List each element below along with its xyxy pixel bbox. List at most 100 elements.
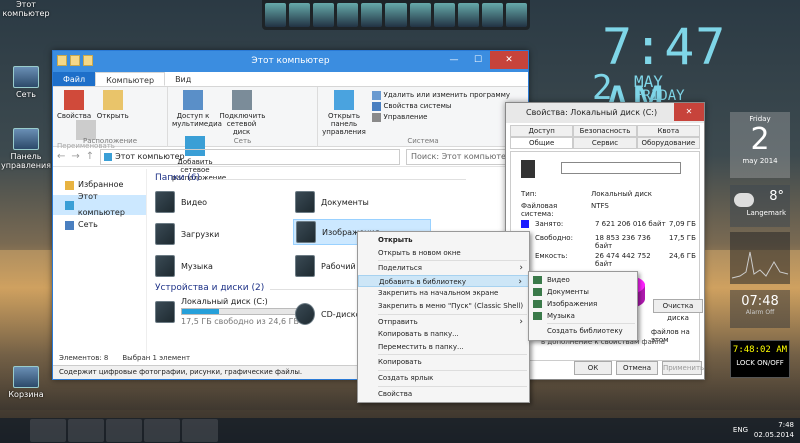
menu-open[interactable]: Открыть xyxy=(358,234,529,247)
properties-icon xyxy=(64,90,85,110)
downloads-folder-icon xyxy=(155,223,175,245)
app-dock[interactable] xyxy=(262,0,530,30)
menu-open-new-window[interactable]: Открыть в новом окне xyxy=(358,247,529,260)
minimize-button[interactable]: — xyxy=(442,51,466,69)
drive-c[interactable]: Локальный диск (C:) 17,5 ГБ свободно из … xyxy=(155,297,311,331)
store-taskbar-icon[interactable] xyxy=(106,419,142,442)
nav-item-this-pc[interactable]: Этот компьютер xyxy=(53,192,146,217)
ribbon-tabs: Файл Компьютер Вид xyxy=(53,72,528,87)
drive-label-input[interactable] xyxy=(561,162,681,174)
library-icon xyxy=(533,276,542,284)
control-panel-icon xyxy=(334,90,354,110)
tab-general[interactable]: Общие xyxy=(510,137,574,149)
uninstall-program-button[interactable]: Удалить или изменить программу xyxy=(371,90,510,101)
language-indicator[interactable]: ENG xyxy=(733,426,748,434)
disk-cleanup-button[interactable]: Очистка диска xyxy=(653,299,703,322)
submenu-create-library[interactable]: Создать библиотеку xyxy=(529,325,637,337)
desktop-icon-recycle-bin[interactable]: Корзина xyxy=(0,366,52,399)
tab-security[interactable]: Безопасность xyxy=(573,125,637,137)
pictures-folder-icon xyxy=(296,221,316,243)
ribbon-group-location: Свойства Открыть Переименовать Расположе… xyxy=(53,87,168,150)
address-row: ← → ↑ Этот компьютер Поиск: Этот компьют… xyxy=(53,147,528,167)
weather-widget[interactable]: 8° Langemark xyxy=(730,185,790,227)
manage-button[interactable]: Управление xyxy=(371,112,510,123)
folders-header[interactable]: Папки (6) xyxy=(155,173,467,183)
media-access-button[interactable]: Доступ к мультимедиа xyxy=(172,90,222,128)
desktop-icon-control-panel[interactable]: Панель управления xyxy=(0,128,52,170)
window-title: Этот компьютер xyxy=(251,56,330,66)
menu-copy-to-folder[interactable]: Копировать в папку... xyxy=(358,328,529,341)
computer-icon xyxy=(65,200,74,210)
library-icon xyxy=(533,312,542,320)
context-menu: Открыть Открыть в новом окне Поделиться … xyxy=(357,231,530,403)
drive-usage-bar xyxy=(181,308,311,315)
submenu-pictures[interactable]: Изображения xyxy=(529,298,637,310)
maximize-button[interactable]: ☐ xyxy=(466,51,490,69)
quick-access-toolbar[interactable] xyxy=(57,55,93,66)
desktop-icon-computer[interactable]: Этот компьютер xyxy=(0,0,52,18)
open-button[interactable]: Открыть xyxy=(97,90,129,120)
hard-drive-icon xyxy=(155,301,175,323)
submenu-documents[interactable]: Документы xyxy=(529,286,637,298)
clock-widget[interactable]: 07:48 Alarm Off xyxy=(730,290,790,328)
menu-pin-start[interactable]: Закрепить на начальном экране xyxy=(358,287,529,300)
menu-move-to-folder[interactable]: Переместить в папку... xyxy=(358,341,529,354)
tab-access[interactable]: Доступ xyxy=(510,125,574,137)
ribbon-group-label: Система xyxy=(407,137,439,145)
cd-drive-icon xyxy=(295,303,315,325)
menu-share[interactable]: Поделиться xyxy=(358,262,529,275)
apply-button[interactable]: Применить xyxy=(662,361,704,375)
star-icon xyxy=(65,180,74,190)
explorer-taskbar-icon[interactable] xyxy=(68,419,104,442)
folder-music[interactable]: Музыка xyxy=(155,253,213,279)
folder-video[interactable]: Видео xyxy=(155,189,207,215)
properties-button[interactable]: Свойства xyxy=(57,90,91,120)
submenu-music[interactable]: Музыка xyxy=(529,310,637,322)
desktop-icon-network[interactable]: Сеть xyxy=(0,66,52,99)
system-properties-button[interactable]: Свойства системы xyxy=(371,101,510,112)
folder-downloads[interactable]: Загрузки xyxy=(155,221,219,247)
computer-taskbar-icon[interactable] xyxy=(144,419,180,442)
folder-documents[interactable]: Документы xyxy=(295,189,369,215)
network-drive-icon xyxy=(231,90,252,110)
dialog-close-button[interactable]: ✕ xyxy=(674,103,704,121)
submenu-video[interactable]: Видео xyxy=(529,274,637,286)
tab-quota[interactable]: Квота xyxy=(636,125,700,137)
menu-send-to[interactable]: Отправить xyxy=(358,316,529,329)
menu-create-shortcut[interactable]: Создать ярлык xyxy=(358,372,529,385)
address-bar[interactable]: Этот компьютер xyxy=(100,148,400,165)
forward-button[interactable]: → xyxy=(71,151,79,162)
ie-taskbar-icon[interactable] xyxy=(30,419,66,442)
back-button[interactable]: ← xyxy=(57,151,65,162)
tab-hardware[interactable]: Оборудование xyxy=(636,137,700,149)
open-control-panel-button[interactable]: Открыть панель управления xyxy=(322,90,366,136)
navigation-pane: Избранное Этот компьютер Сеть xyxy=(53,169,147,359)
tab-computer[interactable]: Компьютер xyxy=(95,72,166,86)
lcd-clock-widget[interactable]: 7:48:02 AM LOCK ON/OFF xyxy=(730,340,790,378)
tab-file[interactable]: Файл xyxy=(53,72,96,86)
cloud-icon xyxy=(734,193,754,207)
tab-service[interactable]: Сервис xyxy=(573,137,637,149)
menu-properties[interactable]: Свойства xyxy=(358,388,529,401)
tab-view[interactable]: Вид xyxy=(165,72,201,86)
map-network-drive-button[interactable]: Подключить сетевой диск xyxy=(220,90,265,136)
tray-clock[interactable]: 7:48 02.05.2014 xyxy=(754,420,794,440)
devices-header[interactable]: Устройства и диски (2) xyxy=(155,283,532,293)
settings-taskbar-icon[interactable] xyxy=(182,419,218,442)
dialog-titlebar[interactable]: Свойства: Локальный диск (C:) ✕ xyxy=(506,103,704,123)
menu-pin-classic-shell[interactable]: Закрепить в меню "Пуск" (Classic Shell) xyxy=(358,300,529,313)
cpu-graph-widget xyxy=(730,232,790,284)
lock-toggle[interactable]: LOCK ON/OFF xyxy=(731,359,789,367)
network-icon xyxy=(13,66,39,88)
menu-copy[interactable]: Копировать xyxy=(358,356,529,369)
music-folder-icon xyxy=(155,255,175,277)
rename-button[interactable]: Переименовать xyxy=(57,120,115,150)
cancel-button[interactable]: Отмена xyxy=(616,361,658,375)
calendar-widget[interactable]: Friday 2 may 2014 xyxy=(730,112,790,178)
explorer-titlebar[interactable]: Этот компьютер — ☐ ✕ xyxy=(53,51,528,72)
open-icon xyxy=(102,90,123,110)
ok-button[interactable]: ОК xyxy=(574,361,612,375)
close-button[interactable]: ✕ xyxy=(490,51,528,69)
up-button[interactable]: ↑ xyxy=(86,151,94,162)
menu-add-to-library[interactable]: Добавить в библиотеку xyxy=(358,274,529,288)
